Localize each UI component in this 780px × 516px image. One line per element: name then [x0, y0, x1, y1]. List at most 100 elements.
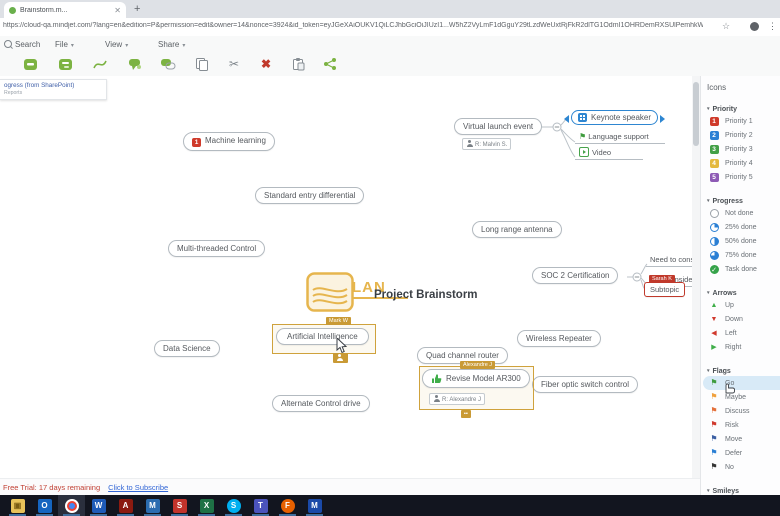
topic-video[interactable]: Video	[575, 146, 643, 160]
topic-need-to-consider[interactable]: Need to consider	[646, 254, 692, 267]
file-menu[interactable]: File▾	[55, 40, 74, 49]
relationship-icon[interactable]	[92, 56, 108, 72]
sidebar-item-priority-5[interactable]: 5Priority 5	[707, 170, 780, 184]
topic-keynote-speaker-selected[interactable]: Keynote speaker	[571, 110, 658, 125]
topic-revise-model-ar300[interactable]: Revise Model AR300	[422, 369, 530, 388]
callout-icon[interactable]	[127, 56, 143, 72]
topic-data-science[interactable]: Data Science	[154, 340, 220, 357]
taskbar-sharepoint-icon[interactable]: S	[166, 495, 193, 516]
sidebar-item-flag-maybe[interactable]: ⚑Maybe	[707, 390, 780, 404]
sidebar-item-arrow-right[interactable]: ▶Right	[707, 340, 780, 354]
sidebar-item-75-done[interactable]: 75% done	[707, 248, 780, 262]
browser-url-bar[interactable]: https://cloud-qa.mindjet.com/?lang=en&ed…	[0, 18, 780, 37]
browser-tab-strip: Brainstorm.m... ✕ +	[0, 0, 780, 18]
subscribe-link[interactable]: Click to Subscribe	[108, 483, 168, 492]
item-label: No	[725, 464, 734, 471]
tab-close-icon[interactable]: ✕	[114, 6, 121, 15]
sidebar-item-flag-defer[interactable]: ⚑Defer	[707, 446, 780, 460]
collapse-triangle-icon[interactable]: ▾	[707, 368, 710, 374]
boundary-icon[interactable]	[160, 56, 176, 72]
url-text[interactable]: https://cloud-qa.mindjet.com/?lang=en&ed…	[3, 22, 703, 29]
section-progress[interactable]: ▾Progress	[707, 196, 780, 206]
paste-icon[interactable]	[290, 56, 306, 72]
sidebar-item-priority-3[interactable]: 3Priority 3	[707, 142, 780, 156]
collapse-triangle-icon[interactable]: ▾	[707, 198, 710, 204]
delete-icon[interactable]: ✖	[258, 56, 274, 72]
section-arrows[interactable]: ▾Arrows	[707, 288, 780, 298]
browser-tab[interactable]: Brainstorm.m... ✕	[4, 2, 126, 18]
taskbar-mindmanager-classic-icon[interactable]: M	[139, 495, 166, 516]
sidebar-item-priority-1[interactable]: 1Priority 1	[707, 114, 780, 128]
topic-fiber-optic-switch-control[interactable]: Fiber optic switch control	[532, 376, 638, 393]
topic-virtual-launch-event[interactable]: Virtual launch event	[454, 118, 542, 135]
sidebar-item-arrow-up[interactable]: ▲Up	[707, 298, 780, 312]
topic-soc2-certification[interactable]: SOC 2 Certification	[532, 267, 618, 284]
flag-move-icon: ⚑	[710, 435, 717, 443]
taskbar-teams-icon[interactable]: T	[247, 495, 274, 516]
sidebar-item-task-done[interactable]: ✓Task done	[707, 262, 780, 276]
new-topic-icon[interactable]	[22, 56, 38, 72]
sidebar-item-not-done[interactable]: Not done	[707, 206, 780, 220]
sidebar-item-priority-4[interactable]: 4Priority 4	[707, 156, 780, 170]
share-icon[interactable]	[322, 56, 338, 72]
collapse-triangle-icon[interactable]: ▾	[707, 488, 710, 494]
mindmap-canvas[interactable]: 1Machine learning Standard entry differe…	[0, 76, 692, 478]
section-flags[interactable]: ▾Flags	[707, 366, 780, 376]
topic-wireless-repeater[interactable]: Wireless Repeater	[517, 330, 601, 347]
search-menu[interactable]: Search	[4, 40, 40, 49]
taskbar-mindmanager-icon[interactable]: M	[301, 495, 328, 516]
topic-artificial-intelligence[interactable]: Artificial Intelligence	[276, 328, 369, 345]
copy-icon[interactable]	[194, 56, 210, 72]
item-label: Right	[725, 344, 741, 351]
view-menu[interactable]: View▾	[105, 40, 128, 49]
sidebar-item-flag-move[interactable]: ⚑Move	[707, 432, 780, 446]
section-priority[interactable]: ▾Priority	[707, 104, 780, 114]
topic-subtopic[interactable]: Subtopic	[644, 282, 685, 297]
topic-long-range-antenna[interactable]: Long range antenna	[472, 221, 562, 238]
new-tab-button[interactable]: +	[134, 3, 140, 15]
flag-discuss-icon: ⚑	[710, 407, 717, 415]
bookmark-star-icon[interactable]: ☆	[722, 21, 730, 32]
sidebar-item-arrow-left[interactable]: ◀Left	[707, 326, 780, 340]
cut-icon[interactable]: ✂	[226, 56, 242, 72]
sidebar-item-flag-risk[interactable]: ⚑Risk	[707, 418, 780, 432]
vertical-scrollbar-thumb[interactable]	[693, 82, 699, 146]
taskbar-outlook-icon[interactable]: O	[31, 495, 58, 516]
resource-tag-malvin[interactable]: R: Malvin S.	[462, 138, 511, 150]
sidebar-item-25-done[interactable]: 25% done	[707, 220, 780, 234]
browser-menu-icon[interactable]: ⋮	[768, 21, 777, 32]
topic-alternate-control-drive[interactable]: Alternate Control drive	[272, 395, 370, 412]
taskbar-skype-icon[interactable]: S	[220, 495, 247, 516]
taskbar-word-icon[interactable]: W	[85, 495, 112, 516]
flag-risk-icon: ⚑	[710, 421, 717, 429]
taskbar-excel-icon[interactable]: X	[193, 495, 220, 516]
selection-right-handle[interactable]	[660, 115, 665, 123]
share-menu[interactable]: Share▾	[158, 40, 185, 49]
person-icon	[466, 140, 473, 147]
sidebar-item-arrow-down[interactable]: ▼Down	[707, 312, 780, 326]
topic-machine-learning[interactable]: 1Machine learning	[183, 132, 275, 151]
taskbar-firefox-icon[interactable]: F	[274, 495, 301, 516]
selection-left-handle[interactable]	[564, 115, 569, 123]
app-menubar: Search File▾ View▾ Share▾	[0, 36, 780, 52]
topic-language-support[interactable]: ⚑ Language support	[575, 131, 665, 144]
sidebar-item-50-done[interactable]: 50% done	[707, 234, 780, 248]
thumbs-up-icon	[431, 373, 442, 384]
resource-tag-alexandre[interactable]: R: Alexandre J	[429, 393, 485, 405]
sidebar-item-flag-discuss[interactable]: ⚑Discuss	[707, 404, 780, 418]
profile-avatar-icon[interactable]	[750, 22, 759, 31]
sidebar-item-priority-2[interactable]: 2Priority 2	[707, 128, 780, 142]
sidebar-item-flag-go[interactable]: ⚑Go	[703, 376, 780, 390]
topic-standard-entry-differential[interactable]: Standard entry differential	[255, 187, 364, 204]
arrow-down-icon: ▼	[711, 316, 718, 323]
topic-multi-threaded-control[interactable]: Multi-threaded Control	[168, 240, 265, 257]
central-topic-title[interactable]: Project Brainstorm	[374, 289, 478, 301]
sidebar-item-flag-no[interactable]: ⚑No	[707, 460, 780, 474]
taskbar-acrobat-icon[interactable]: A	[112, 495, 139, 516]
taskbar-file-explorer-icon[interactable]: ▣	[4, 495, 31, 516]
taskbar-chrome-icon[interactable]	[58, 495, 85, 516]
collapse-triangle-icon[interactable]: ▾	[707, 290, 710, 296]
new-subtopic-icon[interactable]	[57, 56, 73, 72]
item-label: Up	[725, 302, 734, 309]
collapse-triangle-icon[interactable]: ▾	[707, 106, 710, 112]
